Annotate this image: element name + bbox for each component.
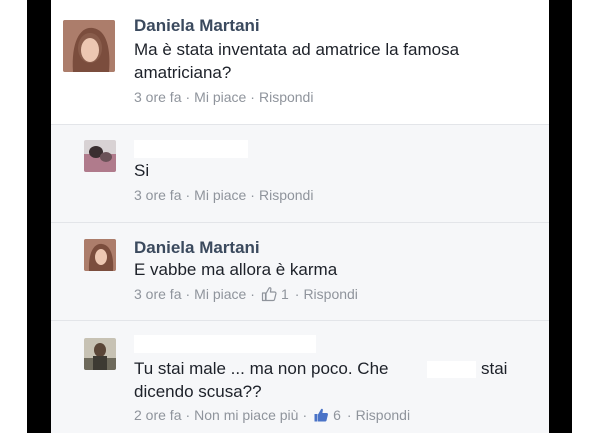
timestamp[interactable]: 3 ore fa [134, 286, 181, 302]
timestamp[interactable]: 3 ore fa [134, 89, 181, 105]
comment-meta: 3 ore fa · Mi piace · Rispondi [134, 89, 313, 105]
comment-meta: 3 ore fa · Mi piace · 1 · Rispondi [134, 286, 358, 302]
comment-text-line-2: amatriciana? [134, 63, 232, 82]
avatar-photo-icon [63, 20, 115, 72]
separator: · [250, 187, 255, 203]
separator: · [185, 407, 191, 423]
comment-text-line-1: Tu stai male ... ma non poco. Che [134, 359, 389, 378]
divider [51, 320, 549, 321]
comment-meta: 2 ore fa · Non mi piace più · 6 · Rispon… [134, 407, 410, 423]
separator: · [346, 407, 352, 423]
like-link[interactable]: Mi piace [194, 89, 246, 105]
like-count[interactable]: 6 [333, 407, 341, 423]
avatar[interactable] [63, 20, 115, 72]
thumbs-up-outline-icon[interactable] [261, 286, 277, 302]
comment-text-line-2: dicendo scusa?? [134, 382, 262, 401]
avatar-photo-icon [84, 239, 116, 271]
comment-author[interactable]: Daniela Martani [134, 238, 260, 258]
comment-author[interactable]: Daniela Martani [134, 16, 260, 36]
separator: · [250, 89, 255, 105]
thumbs-up-filled-icon[interactable] [313, 407, 329, 423]
comment-text-line-1: Si [134, 161, 150, 180]
left-black-border [27, 0, 51, 433]
comment-text-line-1: E vabbe ma allora è karma [134, 260, 338, 279]
like-count[interactable]: 1 [281, 286, 289, 302]
divider [51, 222, 549, 223]
right-black-border [549, 0, 572, 433]
comment-1 [51, 0, 549, 124]
separator: · [250, 286, 255, 302]
reply-link[interactable]: Rispondi [303, 286, 357, 302]
comment-meta: 3 ore fa · Mi piace · Rispondi [134, 187, 313, 203]
timestamp[interactable]: 3 ore fa [134, 187, 181, 203]
unlike-link[interactable]: Non mi piace più [194, 407, 298, 423]
separator: · [294, 286, 300, 302]
avatar[interactable] [84, 140, 116, 172]
avatar-photo-icon [84, 338, 116, 370]
separator: · [302, 407, 308, 423]
reply-link[interactable]: Rispondi [259, 187, 313, 203]
comment-text-line-1-end: stai [481, 359, 508, 378]
separator: · [185, 187, 191, 203]
divider [51, 124, 549, 125]
separator: · [185, 286, 191, 302]
reply-link[interactable]: Rispondi [356, 407, 410, 423]
avatar[interactable] [84, 239, 116, 271]
redacted-name [134, 335, 316, 353]
avatar[interactable] [84, 338, 116, 370]
like-link[interactable]: Mi piace [194, 286, 246, 302]
reply-link[interactable]: Rispondi [259, 89, 313, 105]
comment-text-line-1: Ma è stata inventata ad amatrice la famo… [134, 40, 460, 59]
redacted-name [134, 140, 248, 158]
separator: · [185, 89, 191, 105]
timestamp[interactable]: 2 ore fa [134, 407, 181, 423]
redacted-word [427, 361, 476, 378]
avatar-photo-icon [84, 140, 116, 172]
like-link[interactable]: Mi piace [194, 187, 246, 203]
